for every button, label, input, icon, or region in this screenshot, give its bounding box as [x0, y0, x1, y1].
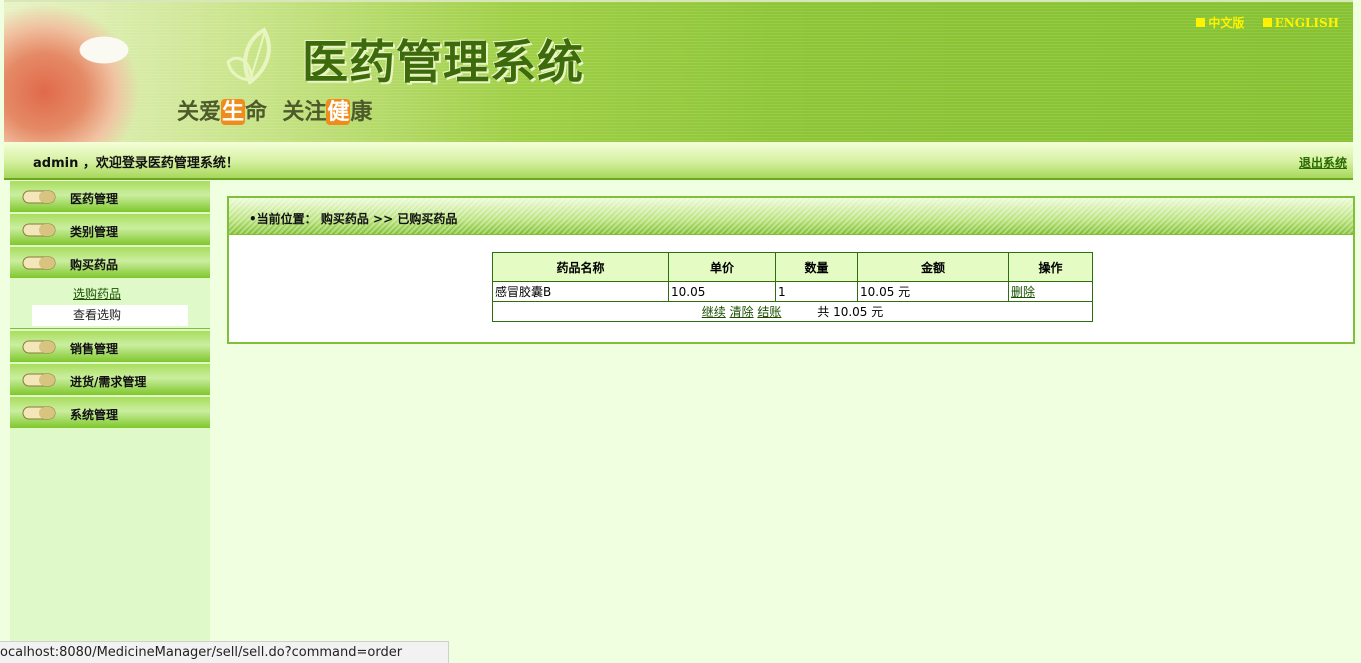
lang-english-link[interactable]: ENGLISH — [1262, 16, 1339, 30]
total-amount: 共 10.05 元 — [817, 305, 884, 319]
checkout-link[interactable]: 结账 — [757, 305, 781, 319]
sidebar-item-label: 销售管理 — [70, 342, 119, 356]
sidebar-item-medicine[interactable]: 医药管理 — [10, 181, 210, 212]
capsule-icon — [22, 373, 56, 387]
delete-link[interactable]: 删除 — [1011, 285, 1035, 299]
column-header-qty: 数量 — [775, 252, 858, 282]
leaf-logo-icon — [226, 27, 271, 85]
sidebar-item-category[interactable]: 类别管理 — [10, 214, 210, 245]
sidebar-item-label: 购买药品 — [70, 258, 119, 272]
banner-slogan: 关爱生命 关注健康 — [177, 99, 373, 125]
capsule-icon — [22, 223, 56, 237]
sidebar-item-label: 进货/需求管理 — [70, 375, 147, 389]
column-header-price: 单价 — [668, 252, 776, 282]
submenu-select-medicine[interactable]: 选购药品 — [32, 284, 188, 305]
language-switcher: 中文版 ENGLISH — [1182, 14, 1339, 31]
square-bullet-icon — [1196, 18, 1206, 27]
sidebar-item-system[interactable]: 系统管理 — [10, 397, 210, 428]
lang-chinese-link[interactable]: 中文版 — [1196, 16, 1244, 30]
sidebar-item-purchase[interactable]: 购买药品 — [10, 247, 210, 278]
welcome-text: admin ，欢迎登录医药管理系统！ — [33, 156, 239, 171]
breadcrumb: •当前位置： 购买药品 >> 已购买药品 — [249, 212, 458, 226]
logout-link[interactable]: 退出系统 — [1299, 154, 1347, 171]
sidebar: 医药管理 类别管理 购买药品 选购药品 查看选购 销售管理 进货/需求管理 系统… — [10, 181, 210, 662]
cell-amount: 10.05 元 — [857, 281, 1009, 302]
cell-qty: 1 — [775, 281, 858, 302]
table-row: 感冒胶囊B 10.05 1 10.05 元 删除 — [492, 281, 1093, 302]
continue-link[interactable]: 继续 — [702, 305, 726, 319]
sidebar-item-label: 类别管理 — [70, 225, 119, 239]
cell-name: 感冒胶囊B — [492, 281, 669, 302]
table-footer-row: 继续 清除 结账 共 10.05 元 — [492, 301, 1093, 322]
sidebar-item-sales[interactable]: 销售管理 — [10, 331, 210, 362]
purchase-submenu: 选购药品 查看选购 — [10, 280, 210, 329]
sidebar-item-label: 系统管理 — [70, 408, 119, 422]
column-header-name: 药品名称 — [492, 252, 669, 282]
column-header-action: 操作 — [1008, 252, 1093, 282]
square-bullet-icon — [1262, 18, 1272, 27]
panel-header: •当前位置： 购买药品 >> 已购买药品 — [229, 198, 1353, 235]
capsule-icon — [22, 406, 56, 420]
banner-title: 医药管理系统 — [302, 35, 584, 89]
cell-price: 10.05 — [668, 281, 776, 302]
submenu-view-selection[interactable]: 查看选购 — [32, 305, 188, 326]
header-banner: 医药管理系统 关爱生命 关注健康 中文版 ENGLISH — [4, 0, 1353, 142]
capsule-icon — [22, 256, 56, 270]
footer-cell: 继续 清除 结账 共 10.05 元 — [492, 301, 1093, 322]
cell-action: 删除 — [1008, 281, 1093, 302]
capsule-icon — [22, 190, 56, 204]
sidebar-item-label: 医药管理 — [70, 192, 119, 206]
capsule-icon — [22, 340, 56, 354]
sidebar-item-stock[interactable]: 进货/需求管理 — [10, 364, 210, 395]
browser-status-url: ocalhost:8080/MedicineManager/sell/sell.… — [0, 641, 449, 663]
clear-link[interactable]: 清除 — [730, 305, 754, 319]
welcome-bar: admin ，欢迎登录医药管理系统！ 退出系统 — [4, 142, 1353, 180]
cart-table: 药品名称 单价 数量 金额 操作 感冒胶囊B 10.05 1 10.05 元 删… — [492, 252, 1093, 322]
table-header-row: 药品名称 单价 数量 金额 操作 — [492, 252, 1093, 282]
content-panel: •当前位置： 购买药品 >> 已购买药品 药品名称 单价 数量 金额 操作 感冒… — [227, 196, 1355, 344]
column-header-amount: 金额 — [857, 252, 1009, 282]
hand-pill-image — [4, 2, 179, 142]
